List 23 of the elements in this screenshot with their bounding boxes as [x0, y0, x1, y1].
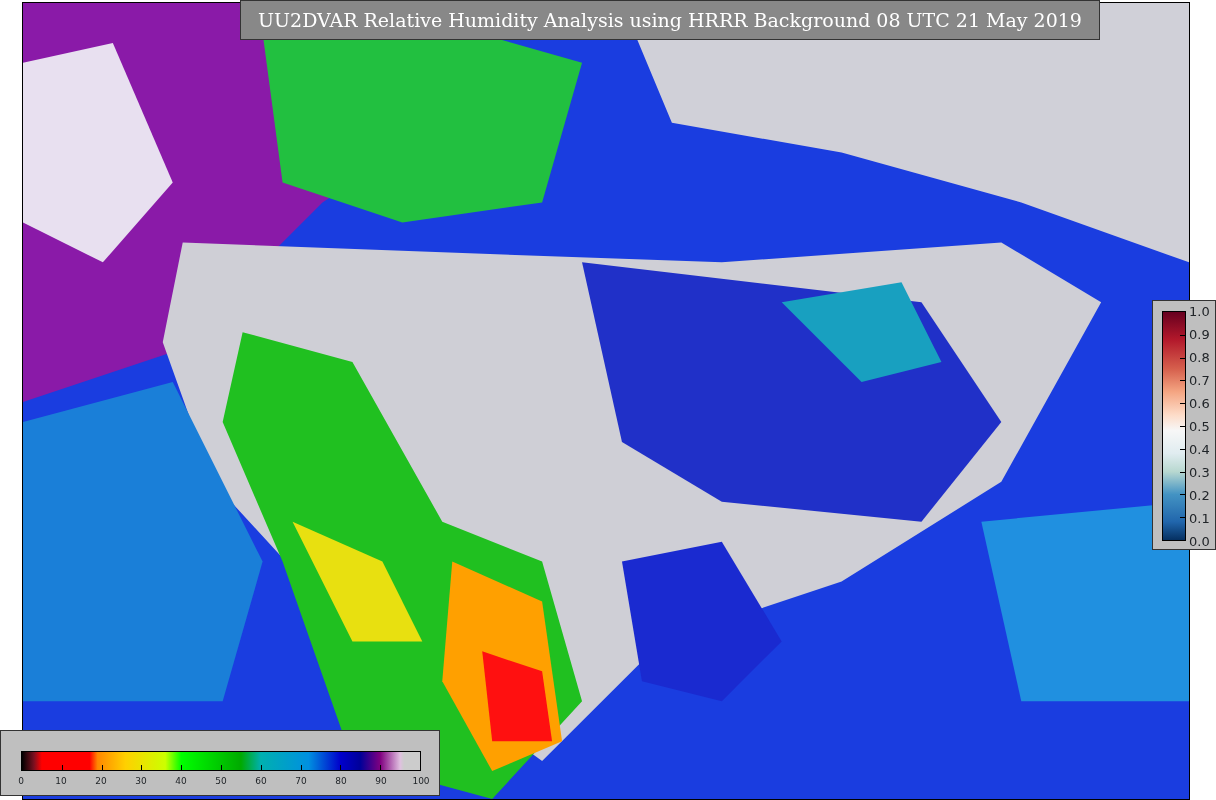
tick-label: 0.3 — [1189, 465, 1210, 479]
tick-label: 40 — [175, 777, 187, 786]
tick-label: 0.7 — [1189, 373, 1210, 387]
tick-label: 90 — [375, 777, 387, 786]
tick-label: 0.2 — [1189, 488, 1210, 502]
tick-label: 70 — [295, 777, 307, 786]
tick-label: 50 — [215, 777, 227, 786]
tick-label: 0.8 — [1189, 350, 1210, 364]
tick-label: 0.5 — [1189, 419, 1210, 433]
map-title: UU2DVAR Relative Humidity Analysis using HRRR Background 08 UTC 21 May 2019 — [240, 0, 1100, 40]
tick-label: 10 — [55, 777, 67, 786]
tick-label: 30 — [135, 777, 147, 786]
tick-label: 0.9 — [1189, 327, 1210, 341]
tick-label: 60 — [255, 777, 267, 786]
tick-label: 0.4 — [1189, 442, 1210, 456]
tick-label: 20 — [95, 777, 107, 786]
tick-label: 0 — [18, 777, 24, 786]
tick-label: 0.6 — [1189, 396, 1210, 410]
tick-label: 1.0 — [1189, 304, 1210, 318]
tick-label: 100 — [412, 777, 430, 786]
tick-label: 0.0 — [1189, 534, 1210, 548]
tick-label: 0.1 — [1189, 511, 1210, 525]
tick-label: 80 — [335, 777, 347, 786]
